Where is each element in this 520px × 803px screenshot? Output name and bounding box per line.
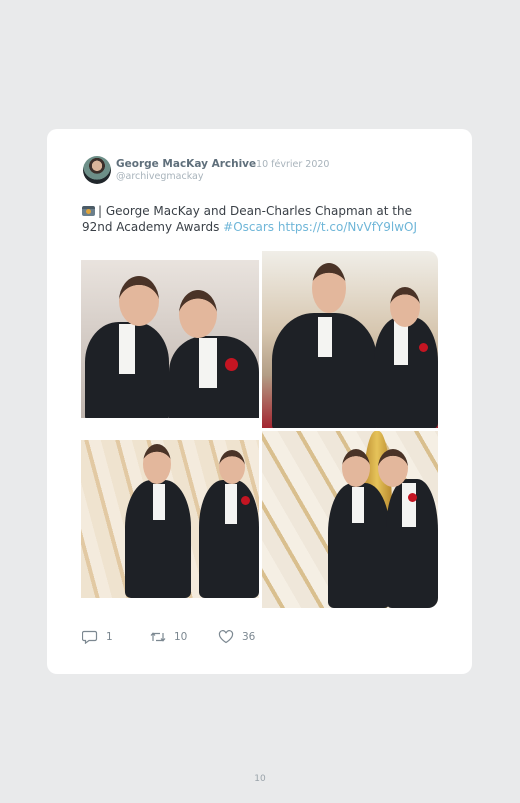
tweet-date[interactable]: · 10 février 2020 [250,159,329,170]
photo-3[interactable] [81,440,259,598]
retweet-icon [150,632,166,642]
reply-button[interactable]: 1 [82,629,113,645]
tweet-text: | George MacKay and Dean-Charles Chapman… [82,204,432,235]
like-count: 36 [242,631,256,643]
reply-count: 1 [106,631,113,643]
tweet-card: George MacKay Archive · 10 février 2020 … [47,129,472,674]
heart-icon [218,630,234,644]
author-name[interactable]: George MacKay Archive [116,158,256,170]
photo-4[interactable] [262,431,438,608]
camera-icon [82,206,95,216]
url-link[interactable]: https://t.co/NvVfY9lwOJ [278,220,417,234]
photo-1[interactable] [81,260,259,418]
author-handle[interactable]: @archivegmackay [116,171,203,182]
page-number: 10 [254,774,266,784]
photo-2[interactable] [262,251,438,428]
like-button[interactable]: 36 [218,629,255,645]
retweet-count: 10 [174,631,188,643]
photo-grid [81,251,438,608]
retweet-button[interactable]: 10 [150,629,187,645]
hashtag-link[interactable]: #Oscars [223,220,274,234]
avatar[interactable] [83,156,111,184]
speech-bubble-icon [82,630,98,644]
tweet-actions: 1 10 36 [82,629,302,645]
